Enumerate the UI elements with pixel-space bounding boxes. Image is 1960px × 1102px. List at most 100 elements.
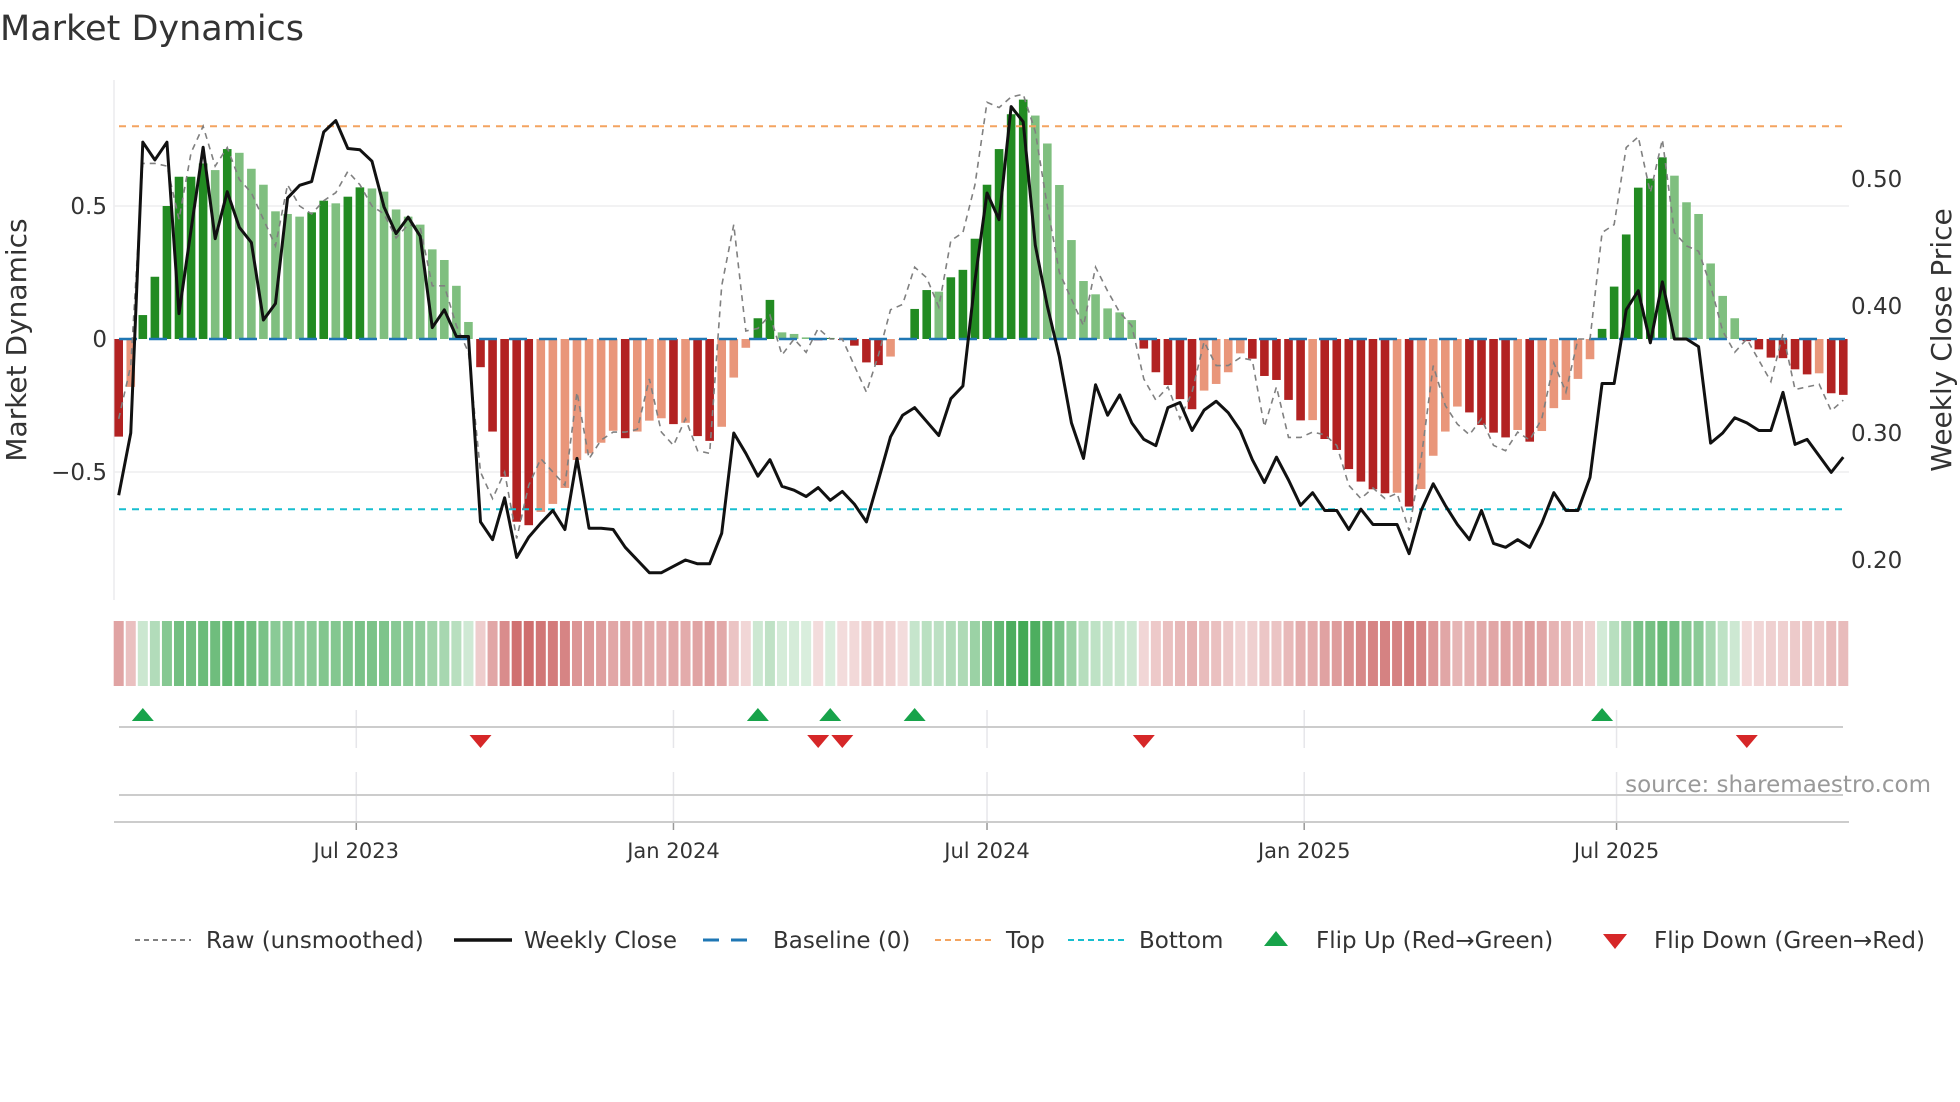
heat-strip-cell (174, 621, 184, 686)
y-tick-label: −0.5 (51, 460, 107, 486)
legend-label-baseline: Baseline (0) (773, 928, 910, 954)
heat-strip-cell (897, 621, 908, 686)
dynamics-bar (1392, 339, 1402, 493)
heat-strip-cell (1247, 621, 1258, 686)
flip-down-marker (469, 735, 492, 748)
heat-strip-cell (632, 621, 643, 686)
heat-strip-cell (161, 621, 172, 686)
heat-strip-cell (1729, 621, 1740, 686)
heat-strip-cell (620, 621, 631, 686)
heat-strip-cell (330, 621, 341, 686)
heat-strip-cell (608, 621, 619, 686)
dynamics-bar (1730, 318, 1740, 339)
legend-label-flip_down: Flip Down (Green→Red) (1654, 928, 1925, 954)
heat-strip-cell (656, 621, 667, 686)
dynamics-bar (608, 339, 618, 431)
y2-tick-label: 0.20 (1851, 548, 1902, 574)
dynamics-bar (343, 196, 353, 339)
heat-strip-cell (149, 621, 160, 686)
heat-strip-cell (1138, 621, 1149, 686)
heat-strip-cell (777, 621, 787, 686)
heat-strip-cell (1609, 621, 1620, 686)
dynamics-bar (1163, 339, 1173, 386)
dynamics-bar (1055, 184, 1064, 339)
heat-strip-cell (1657, 621, 1668, 686)
heat-strip-cell (1018, 621, 1029, 686)
heat-strip-cell (1548, 621, 1559, 686)
heat-strip-cell (523, 621, 534, 686)
dynamics-bar (1223, 339, 1233, 373)
x-tick-label: Jan 2025 (1256, 839, 1351, 863)
dynamics-bar (307, 212, 316, 339)
heat-strip-cell (511, 621, 522, 686)
y2-axis-label: Weekly Close Price (1925, 208, 1958, 471)
heat-strip-cell (861, 621, 872, 686)
flip-up-marker (131, 708, 154, 721)
flip-down-marker (831, 735, 854, 748)
dynamics-bar (1103, 308, 1112, 339)
dynamics-bar (1356, 339, 1366, 482)
heat-strip-cell (849, 621, 860, 686)
heat-strip-cell (1452, 621, 1463, 686)
heat-strip-cell (1597, 621, 1608, 686)
heat-strip-cell (1367, 621, 1378, 686)
heat-strip-cell (1283, 621, 1294, 686)
dynamics-bar (1501, 339, 1510, 438)
dynamics-bar (1513, 339, 1522, 430)
flip-up-marker (903, 708, 926, 721)
heat-strip-cell (825, 621, 836, 686)
dynamics-bar (934, 291, 944, 339)
heat-strip-cell (342, 621, 353, 686)
heat-strip-cell (1669, 621, 1680, 686)
heat-strip-cell (198, 621, 209, 686)
heat-strip-cell (668, 621, 679, 686)
x-tick-label: Jan 2024 (625, 839, 720, 863)
heat-strip-cell (125, 621, 136, 686)
x-tick-label: Jul 2024 (942, 839, 1029, 863)
heat-strip-cell (403, 621, 414, 686)
legend: Raw (unsmoothed) Weekly Close Baseline (0)… (135, 928, 1925, 954)
flip-up-marker (819, 708, 842, 721)
heat-strip-cell (1295, 621, 1306, 686)
dynamics-bar (1646, 178, 1655, 339)
heat-strip-cell (487, 621, 498, 686)
heat-strip-cell (1404, 621, 1415, 686)
dynamics-bar (922, 290, 932, 339)
dynamics-bar (1597, 328, 1607, 339)
heat-strip-cell (318, 621, 329, 686)
heat-strip-cell (1512, 621, 1523, 686)
heat-strip-cell (222, 621, 233, 686)
dynamics-bar (403, 216, 413, 339)
legend-label-bottom: Bottom (1139, 928, 1223, 954)
heat-strip-cell (210, 621, 221, 686)
heat-strip-cell (1042, 621, 1053, 686)
dynamics-bar (584, 339, 594, 454)
heat-strip-cell (885, 621, 896, 686)
heat-strip-cell (1150, 621, 1161, 686)
heat-strip-cell (752, 621, 763, 686)
dynamics-bar (1211, 339, 1221, 384)
dynamics-bar (1344, 339, 1354, 470)
heat-strip-cell (873, 621, 884, 686)
dynamics-bar (1694, 213, 1703, 339)
heat-strip-cell (1765, 621, 1776, 686)
heat-strip-cell (1645, 621, 1656, 686)
x-tick-label: Jul 2023 (312, 839, 399, 863)
dynamics-bar (1067, 240, 1076, 339)
heat-strip-cell (366, 621, 377, 686)
heat-strip-cell (945, 621, 956, 686)
dynamics-bar (1272, 339, 1281, 380)
dynamics-bar (1477, 339, 1486, 425)
heat-strip-cell (1126, 621, 1137, 686)
dynamics-bar (210, 170, 220, 339)
heat-strip-cell (933, 621, 944, 686)
heat-strip-cell (1838, 621, 1849, 686)
heat-strip-cell (813, 621, 824, 686)
dynamics-bar (295, 216, 304, 339)
heat-strip-cell (1235, 621, 1246, 686)
dynamics-bar (717, 339, 726, 427)
dynamics-bar (1573, 339, 1583, 379)
heat-strip-cell (1717, 621, 1728, 686)
heat-strip-cell (1560, 621, 1571, 686)
dynamics-bar (1453, 339, 1462, 407)
